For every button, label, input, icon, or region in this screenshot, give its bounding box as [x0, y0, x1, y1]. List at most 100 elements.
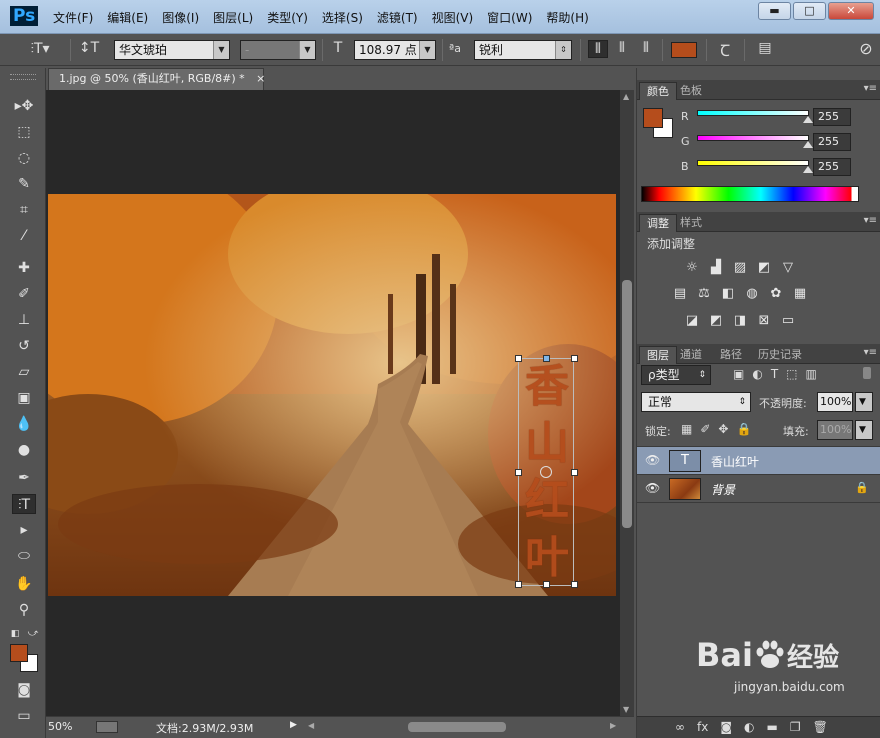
- layer-name[interactable]: 背景: [711, 481, 735, 498]
- document-tab[interactable]: 1.jpg @ 50% (香山红叶, RGB/8#) * ×: [48, 68, 265, 90]
- dodge-tool-icon[interactable]: ●: [12, 440, 36, 460]
- vibrance-icon[interactable]: ▽: [779, 259, 797, 277]
- tab-paths[interactable]: 路径: [713, 346, 749, 364]
- menu-type[interactable]: 类型(Y): [260, 9, 315, 26]
- layer-name[interactable]: 香山红叶: [711, 453, 759, 470]
- menu-edit[interactable]: 编辑(E): [100, 9, 155, 26]
- menu-image[interactable]: 图像(I): [155, 9, 206, 26]
- pen-tool-icon[interactable]: ✒: [12, 468, 36, 488]
- tab-history[interactable]: 历史记录: [751, 346, 809, 364]
- chevron-down-icon[interactable]: ▼: [855, 392, 873, 412]
- opacity-input[interactable]: 100%: [817, 392, 853, 412]
- lock-transparent-icon[interactable]: ▦: [681, 422, 692, 436]
- panel-menu-icon[interactable]: ▾≡: [864, 83, 877, 94]
- cancel-edit-icon[interactable]: ⊘: [856, 39, 876, 58]
- font-size-select[interactable]: 108.97 点 ▼: [354, 40, 436, 60]
- default-colors-icon[interactable]: ◧: [8, 624, 22, 644]
- levels-icon[interactable]: ▟: [707, 259, 725, 277]
- selective-color-icon[interactable]: ⊠: [755, 312, 773, 330]
- tab-channels[interactable]: 通道: [673, 346, 709, 364]
- channel-g-value[interactable]: 255: [813, 133, 851, 151]
- transform-handle[interactable]: [515, 469, 522, 476]
- layer-row-text[interactable]: 👁 T 香山红叶: [637, 447, 880, 475]
- panel-menu-icon[interactable]: ▾≡: [864, 215, 877, 226]
- horizontal-scroll-thumb[interactable]: [408, 722, 506, 732]
- channel-g-knob[interactable]: [803, 141, 813, 148]
- new-group-icon[interactable]: ▬: [766, 720, 777, 734]
- font-style-select[interactable]: - ▼: [240, 40, 316, 60]
- menu-select[interactable]: 选择(S): [315, 9, 370, 26]
- foreground-color-swatch[interactable]: [10, 644, 28, 662]
- eye-icon[interactable]: 👁: [645, 481, 660, 495]
- photo-filter-icon[interactable]: ◍: [743, 285, 761, 303]
- color-balance-icon[interactable]: ⚖: [695, 285, 713, 303]
- threshold-icon[interactable]: ◨: [731, 312, 749, 330]
- zoom-tool-icon[interactable]: ⚲: [12, 600, 36, 620]
- align-center-icon[interactable]: ⦀: [612, 40, 632, 56]
- filter-adjustment-icon[interactable]: ◐: [752, 367, 762, 381]
- path-select-tool-icon[interactable]: ▸: [12, 520, 36, 540]
- menu-filter[interactable]: 滤镜(T): [370, 9, 425, 26]
- tab-layers[interactable]: 图层: [639, 346, 677, 364]
- maximize-button[interactable]: □: [793, 2, 826, 20]
- color-panel-fg-swatch[interactable]: [643, 108, 663, 128]
- minimize-button[interactable]: ▬: [758, 2, 791, 20]
- eye-icon[interactable]: 👁: [645, 453, 660, 467]
- lock-pixels-icon[interactable]: ✐: [700, 422, 710, 436]
- vertical-type-tool-icon[interactable]: ⫶T: [12, 494, 36, 514]
- scroll-left-icon[interactable]: ◀: [308, 721, 314, 730]
- layer-filter-select[interactable]: ρ类型 ⇕: [641, 365, 711, 385]
- transform-handle[interactable]: [543, 355, 550, 362]
- filter-toggle-icon[interactable]: [863, 367, 871, 379]
- layer-row-background[interactable]: 👁 背景 🔒: [637, 475, 880, 503]
- menu-file[interactable]: 文件(F): [46, 9, 100, 26]
- posterize-icon[interactable]: ◩: [707, 312, 725, 330]
- menu-layer[interactable]: 图层(L): [206, 9, 260, 26]
- tab-color[interactable]: 颜色: [639, 82, 677, 100]
- filter-pixel-icon[interactable]: ▣: [733, 367, 744, 381]
- menu-help[interactable]: 帮助(H): [539, 9, 595, 26]
- color-lookup-icon[interactable]: ▦: [791, 285, 809, 303]
- preview-icon[interactable]: [96, 721, 118, 733]
- add-mask-icon[interactable]: ◙: [720, 720, 732, 734]
- transform-handle[interactable]: [543, 581, 550, 588]
- lock-all-icon[interactable]: 🔒: [736, 422, 751, 436]
- layer-style-icon[interactable]: fx: [697, 720, 708, 734]
- quick-mask-icon[interactable]: ◙: [12, 680, 36, 700]
- align-top-icon[interactable]: ⦀: [588, 40, 608, 58]
- brush-tool-icon[interactable]: ✐: [12, 284, 36, 304]
- scroll-up-icon[interactable]: ▲: [623, 92, 629, 101]
- text-color-swatch[interactable]: [671, 42, 697, 58]
- color-spectrum-bar[interactable]: [641, 186, 859, 202]
- panel-menu-icon[interactable]: ▾≡: [864, 347, 877, 358]
- channel-r-slider[interactable]: [697, 110, 809, 116]
- channel-r-knob[interactable]: [803, 116, 813, 123]
- history-brush-tool-icon[interactable]: ↺: [12, 336, 36, 356]
- scroll-right-icon[interactable]: ▶: [610, 721, 616, 730]
- fill-input[interactable]: 100%: [817, 420, 853, 440]
- hand-tool-icon[interactable]: ✋: [12, 574, 36, 594]
- close-button[interactable]: ✕: [828, 2, 874, 20]
- align-bottom-icon[interactable]: ⦀: [636, 40, 656, 56]
- delete-layer-icon[interactable]: 🗑: [813, 720, 828, 734]
- character-panel-icon[interactable]: ▤: [754, 40, 776, 56]
- marquee-tool-icon[interactable]: ⬚: [12, 122, 36, 142]
- menu-window[interactable]: 窗口(W): [480, 9, 539, 26]
- transform-handle[interactable]: [515, 355, 522, 362]
- canvas-area[interactable]: 香 山 红 叶: [46, 90, 620, 716]
- gradient-tool-icon[interactable]: ▣: [12, 388, 36, 408]
- vertical-scrollbar[interactable]: ▲ ▼: [620, 90, 634, 716]
- transform-handle[interactable]: [571, 355, 578, 362]
- chevron-down-icon[interactable]: ▼: [855, 420, 873, 440]
- warp-text-icon[interactable]: Ꞇ: [714, 39, 736, 61]
- channel-b-value[interactable]: 255: [813, 158, 851, 176]
- quick-select-tool-icon[interactable]: ✎: [12, 174, 36, 194]
- swap-colors-icon[interactable]: ⤻: [26, 624, 40, 644]
- text-bounding-box[interactable]: [515, 355, 578, 588]
- toggle-text-orientation-icon[interactable]: ↕T: [78, 40, 100, 56]
- antialias-select[interactable]: 锐利 ⇕: [474, 40, 572, 60]
- blur-tool-icon[interactable]: 💧: [12, 414, 36, 434]
- channel-r-value[interactable]: 255: [813, 108, 851, 126]
- eyedropper-tool-icon[interactable]: ⁄: [12, 226, 36, 246]
- brightness-icon[interactable]: ☼: [683, 259, 701, 277]
